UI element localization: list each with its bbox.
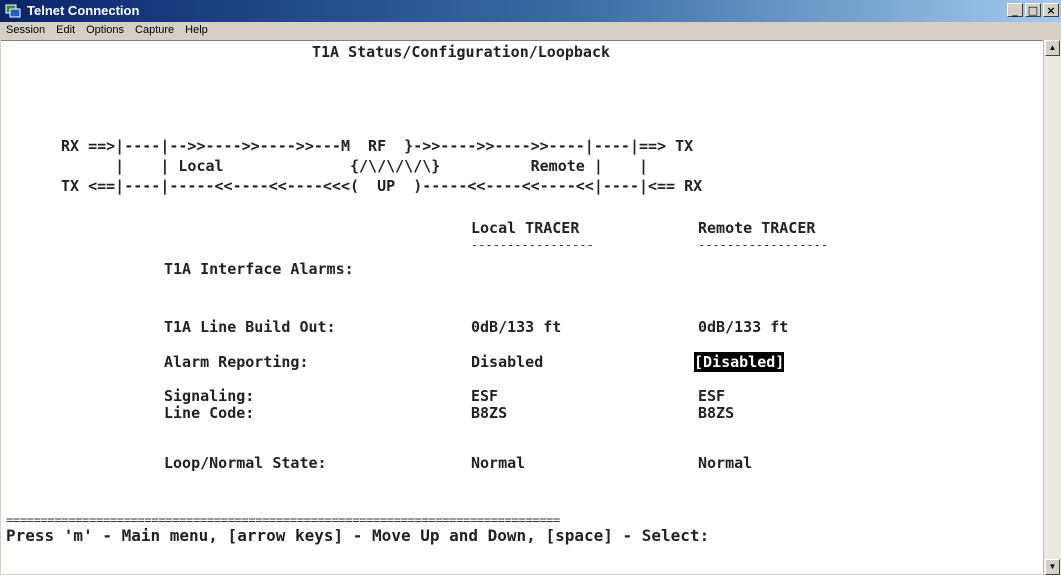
local-line-build-out: 0dB/133 ft xyxy=(471,318,562,336)
remote-alarm-reporting-selected[interactable]: [Disabled] xyxy=(694,352,785,372)
menu-session[interactable]: Session xyxy=(0,22,50,40)
menu-help[interactable]: Help xyxy=(179,22,213,40)
loopback-diagram-line-3: TX <==|----|-----<<----<<----<<<( UP )--… xyxy=(61,177,703,195)
interface-alarms-label: T1A Interface Alarms: xyxy=(164,260,354,278)
remote-tracer-heading: Remote TRACER xyxy=(698,219,816,237)
remote-line-build-out[interactable]: 0dB/133 ft xyxy=(698,317,788,337)
scroll-up-icon[interactable]: ▲ xyxy=(1045,40,1060,56)
minimize-icon[interactable]: _ xyxy=(1007,3,1023,17)
line-code-label: Line Code: xyxy=(164,404,255,422)
local-loop-state: Normal xyxy=(471,454,526,472)
telnet-icon xyxy=(5,4,21,18)
scroll-down-icon[interactable]: ▼ xyxy=(1045,559,1060,575)
local-line-code: B8ZS xyxy=(471,404,508,422)
vertical-scrollbar[interactable]: ▲ ▼ xyxy=(1043,40,1061,575)
remote-line-code[interactable]: B8ZS xyxy=(698,403,734,423)
local-alarm-reporting: Disabled xyxy=(471,353,544,371)
alarm-reporting-label: Alarm Reporting: xyxy=(164,353,309,371)
close-icon[interactable]: × xyxy=(1043,3,1059,17)
window-controls: _ □ × xyxy=(1007,3,1059,17)
menu-edit[interactable]: Edit xyxy=(50,22,80,40)
menu-capture[interactable]: Capture xyxy=(129,22,179,40)
menu-bar: Session Edit Options Capture Help xyxy=(0,22,1061,40)
footer-help-text: Press 'm' - Main menu, [arrow keys] - Mo… xyxy=(6,526,710,545)
terminal-screen[interactable]: T1A Status/Configuration/Loopback RX ==>… xyxy=(1,40,1044,574)
remote-loop-state[interactable]: Normal xyxy=(698,453,752,473)
line-build-out-label: T1A Line Build Out: xyxy=(164,318,336,336)
menu-options[interactable]: Options xyxy=(80,22,129,40)
window-title: Telnet Connection xyxy=(27,3,140,18)
maximize-icon[interactable]: □ xyxy=(1025,3,1041,17)
loopback-diagram-line-1: RX ==>|----|-->>---->>---->>---M RF }->>… xyxy=(61,137,694,155)
local-heading-underline: ----------------- xyxy=(471,238,594,252)
loop-normal-state-label: Loop/Normal State: xyxy=(164,454,327,472)
loopback-diagram-line-2: | | Local {/\/\/\/\} Remote | | xyxy=(61,157,648,175)
separator-line: ========================================… xyxy=(6,513,560,527)
local-tracer-heading: Local TRACER xyxy=(471,219,580,237)
title-bar: Telnet Connection _ □ × xyxy=(0,0,1061,22)
screen-header: T1A Status/Configuration/Loopback xyxy=(312,43,611,61)
remote-heading-underline: ------------------ xyxy=(698,238,829,252)
